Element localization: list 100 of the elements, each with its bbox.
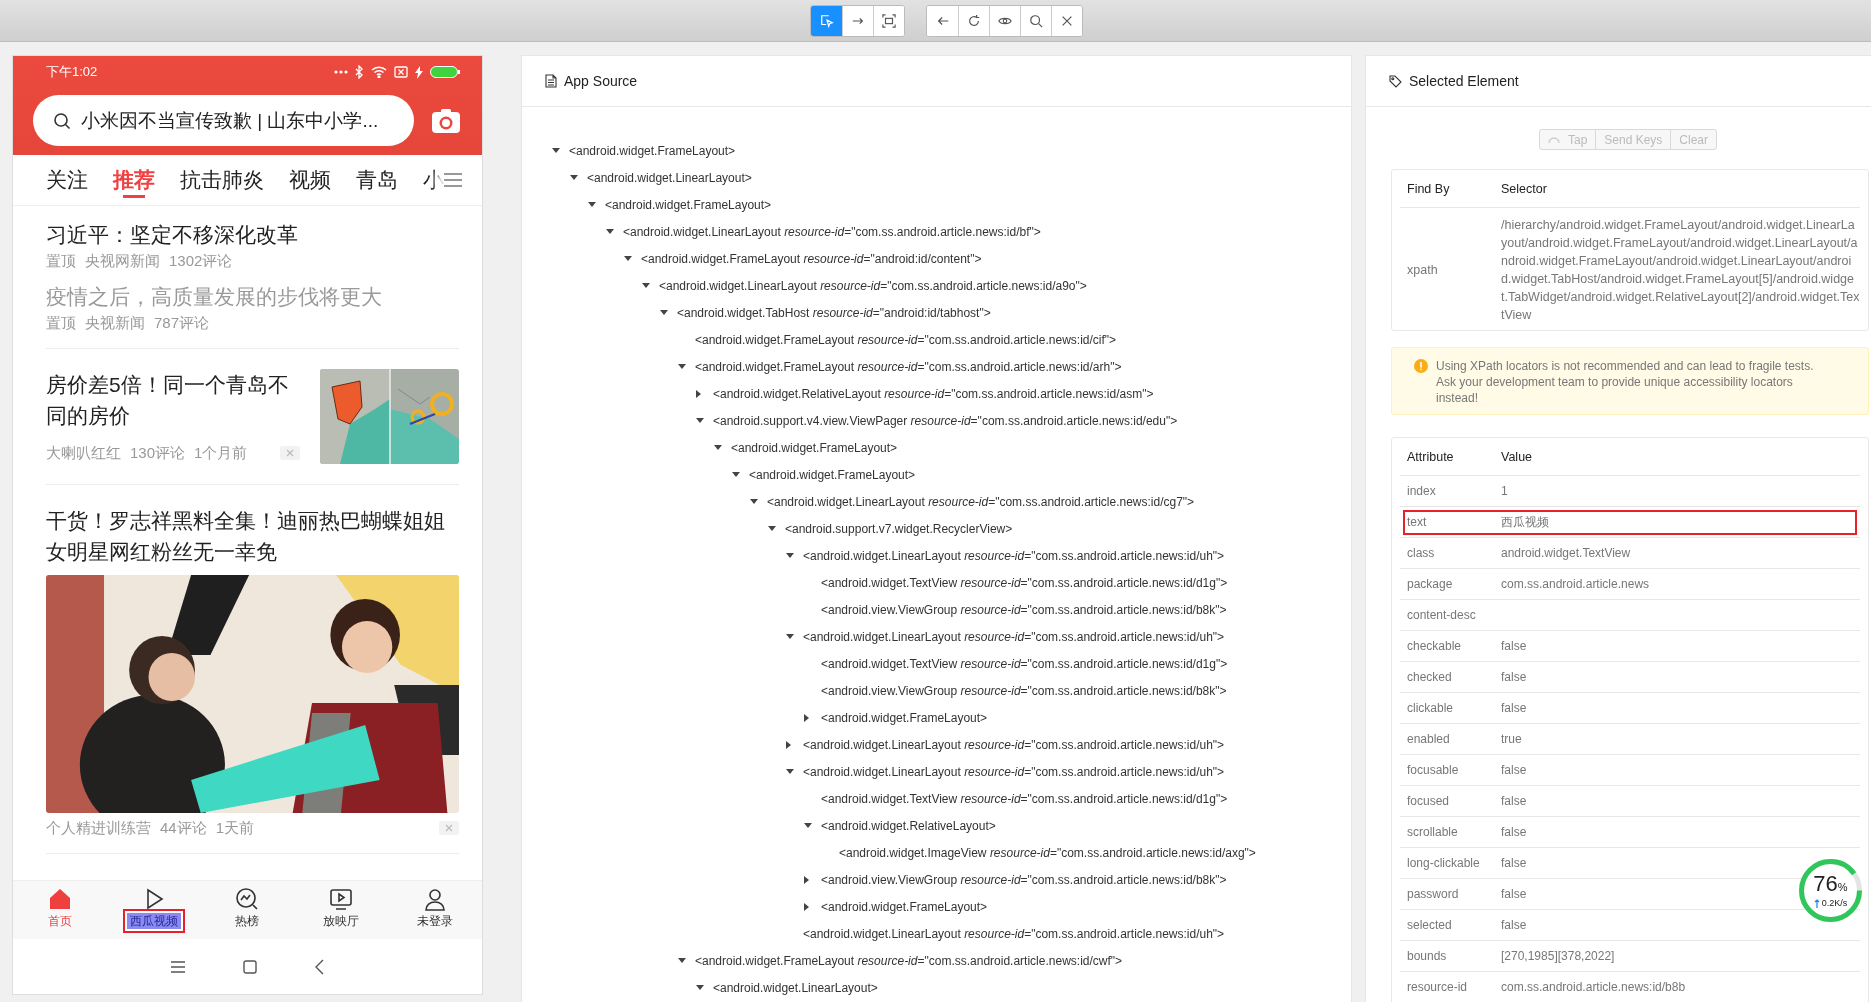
back-icon[interactable] xyxy=(315,958,324,975)
tree-node[interactable]: <android.widget.LinearLayout resource-id="com.ss.android.article.news:id/uh"> xyxy=(803,926,1225,941)
tree-node[interactable]: <android.widget.FrameLayout resource-id="android:id/content"> xyxy=(641,251,982,266)
search-field[interactable]: 小米因不当宣传致歉 | 山东中小学... xyxy=(33,95,414,146)
caret-down-icon[interactable] xyxy=(786,769,794,774)
channel-tab[interactable]: 抗击肺炎 xyxy=(180,155,264,205)
tree-node[interactable]: <android.widget.LinearLayout resource-id="com.ss.android.article.news:id/uh"> xyxy=(803,737,1225,752)
nav-tab[interactable]: 未登录 xyxy=(388,881,482,939)
caret-down-icon[interactable] xyxy=(768,526,776,531)
table-cell-text: focusable xyxy=(1406,763,1460,777)
caret-down-icon[interactable] xyxy=(678,958,686,963)
caret-down-icon[interactable] xyxy=(624,256,632,261)
table-cell-text: class xyxy=(1406,546,1436,560)
tree-node[interactable]: <android.widget.FrameLayout resource-id="com.ss.android.article.news:id/arh"> xyxy=(695,359,1122,374)
table-cell: false xyxy=(1501,856,1527,870)
warning-text: Using XPath locators is not recommended and can lead to fragile tests. Ask your development team to provide unique accessibility locators instead! xyxy=(1436,358,1815,406)
caret-down-icon[interactable] xyxy=(588,202,596,207)
tree-node[interactable]: <android.widget.LinearLayout resource-id="com.ss.android.article.news:id/uh"> xyxy=(803,764,1225,779)
tree-node[interactable]: <android.widget.TabHost resource-id="android:id/tabhost"> xyxy=(677,305,991,320)
caret-right-icon[interactable] xyxy=(696,389,701,398)
caret-down-icon[interactable] xyxy=(678,364,686,369)
tree-node[interactable]: <android.widget.LinearLayout resource-id="com.ss.android.article.news:id/uh"> xyxy=(803,629,1225,644)
caret-right-icon[interactable] xyxy=(804,902,809,911)
caret-down-icon[interactable] xyxy=(660,310,668,315)
table-cell-text: checkable xyxy=(1406,639,1463,653)
headline[interactable]: 习近平：坚定不移深化改革 xyxy=(46,220,459,250)
headline[interactable]: 干货！罗志祥黑料全集！迪丽热巴蝴蝶姐姐女明星网红粉丝无一幸免 xyxy=(46,505,459,567)
caret-down-icon[interactable] xyxy=(606,229,614,234)
menu-icon[interactable] xyxy=(171,960,185,973)
nav-tab[interactable]: 首页 xyxy=(13,881,107,939)
tree-node[interactable]: <android.widget.FrameLayout resource-id="com.ss.android.article.news:id/cwf"> xyxy=(695,953,1123,968)
meter-speed: 0.2K/s xyxy=(1821,898,1848,908)
channel-tab[interactable]: 关注 xyxy=(46,155,88,205)
headline[interactable]: 房价差5倍！同一个青岛不同的房价 xyxy=(46,369,300,431)
caret-down-icon[interactable] xyxy=(696,985,704,990)
caret-down-icon[interactable] xyxy=(552,148,560,153)
table-cell-text: enabled xyxy=(1406,732,1451,746)
tree-node[interactable]: <android.widget.FrameLayout> xyxy=(821,710,988,725)
nav-tab[interactable]: 放映厅 xyxy=(294,881,389,939)
table-cell: false xyxy=(1501,639,1527,653)
caret-down-icon[interactable] xyxy=(750,499,758,504)
table-cell-text: scrollable xyxy=(1406,825,1459,839)
tree-node[interactable]: <android.widget.TextView resource-id="com.ss.android.article.news:id/d1g"> xyxy=(821,656,1228,671)
tree-node[interactable]: <android.widget.FrameLayout> xyxy=(821,899,988,914)
tree-node[interactable]: <android.widget.LinearLayout resource-id="com.ss.android.article.news:id/a9o"> xyxy=(659,278,1087,293)
tree-node[interactable]: <android.widget.FrameLayout> xyxy=(605,197,772,212)
meta-label: 置顶 xyxy=(46,313,76,333)
tree-node[interactable]: <android.view.ViewGroup resource-id="com.ss.android.article.news:id/b8k"> xyxy=(821,683,1227,698)
tree-node[interactable]: <android.widget.LinearLayout> xyxy=(713,980,878,995)
meta-label: 置顶 xyxy=(46,251,76,271)
nav-tab[interactable]: 热榜 xyxy=(200,881,295,939)
caret-down-icon[interactable] xyxy=(696,418,704,423)
warning-icon xyxy=(1414,359,1428,373)
square-icon[interactable] xyxy=(243,959,257,974)
table-cell: com.ss.android.article.news:id/b8b xyxy=(1501,980,1686,994)
tree-node[interactable]: <android.widget.FrameLayout> xyxy=(569,143,736,158)
toolbar-button[interactable] xyxy=(811,5,842,36)
caret-down-icon[interactable] xyxy=(786,553,794,558)
tree-node[interactable]: <android.widget.FrameLayout> xyxy=(731,440,898,455)
tree-node[interactable]: <android.widget.FrameLayout> xyxy=(749,467,916,482)
tree-node[interactable]: <android.widget.LinearLayout resource-id="com.ss.android.article.news:id/cg7"> xyxy=(767,494,1195,509)
tree-node[interactable]: <android.widget.ImageView resource-id="com.ss.android.article.news:id/axg"> xyxy=(839,845,1256,860)
meta-label: 央视新闻 xyxy=(85,313,145,333)
tree-node[interactable]: <android.view.ViewGroup resource-id="com.ss.android.article.news:id/b8k"> xyxy=(821,872,1227,887)
caret-down-icon[interactable] xyxy=(804,823,812,828)
caret-right-icon[interactable] xyxy=(804,713,809,722)
camera-icon[interactable] xyxy=(432,108,460,133)
channel-tab[interactable]: 小 xyxy=(423,155,444,205)
person-icon xyxy=(423,887,448,911)
channel-tab[interactable]: 视频 xyxy=(289,155,331,205)
tree-node[interactable]: <android.widget.FrameLayout resource-id="com.ss.android.article.news:id/cif"> xyxy=(695,332,1117,347)
meta-label: 44评论 xyxy=(160,818,207,838)
meta-label: 1个月前 xyxy=(194,443,248,463)
tree-node[interactable]: <android.widget.RelativeLayout> xyxy=(821,818,996,833)
tree-node[interactable]: <android.widget.TextView resource-id="com.ss.android.article.news:id/d1g"> xyxy=(821,575,1228,590)
caret-right-icon[interactable] xyxy=(804,875,809,884)
wifi-icon xyxy=(371,66,387,78)
tree-node[interactable]: <android.widget.LinearLayout resource-id="com.ss.android.article.news:id/bf"> xyxy=(623,224,1041,239)
tree-node[interactable]: <android.view.ViewGroup resource-id="com.ss.android.article.news:id/b8k"> xyxy=(821,602,1227,617)
caret-down-icon[interactable] xyxy=(714,445,722,450)
tree-node[interactable]: <android.support.v7.widget.RecyclerView> xyxy=(785,521,1013,536)
caret-down-icon[interactable] xyxy=(570,175,578,180)
nav-tab[interactable]: 西瓜视频 xyxy=(106,881,201,939)
table-cell-text: index xyxy=(1406,484,1437,498)
meter-value: 76 xyxy=(1813,873,1838,895)
caret-down-icon[interactable] xyxy=(732,472,740,477)
toolbar-button[interactable] xyxy=(873,5,904,36)
tree-node[interactable]: <android.widget.LinearLayout> xyxy=(587,170,752,185)
tree-node[interactable]: <android.widget.LinearLayout resource-id="com.ss.android.article.news:id/uh"> xyxy=(803,548,1225,563)
tree-node[interactable]: <android.widget.TextView resource-id="com.ss.android.article.news:id/d1g"> xyxy=(821,791,1228,806)
channel-tab[interactable]: 青岛 xyxy=(356,155,398,205)
table-cell: [270,1985][378,2022] xyxy=(1501,949,1615,963)
caret-right-icon[interactable] xyxy=(786,740,791,749)
caret-down-icon[interactable] xyxy=(786,634,794,639)
caret-down-icon[interactable] xyxy=(642,283,650,288)
tree-node[interactable]: <android.support.v4.view.ViewPager resource-id="com.ss.android.article.news:id/edu"> xyxy=(713,413,1178,428)
tree-node[interactable]: <android.widget.RelativeLayout resource-id="com.ss.android.article.news:id/asm"> xyxy=(713,386,1154,401)
table-cell: com.ss.android.article.news xyxy=(1501,577,1650,591)
table-cell: android.widget.TextView xyxy=(1501,546,1631,560)
table-cell-text: long-clickable xyxy=(1406,856,1481,870)
